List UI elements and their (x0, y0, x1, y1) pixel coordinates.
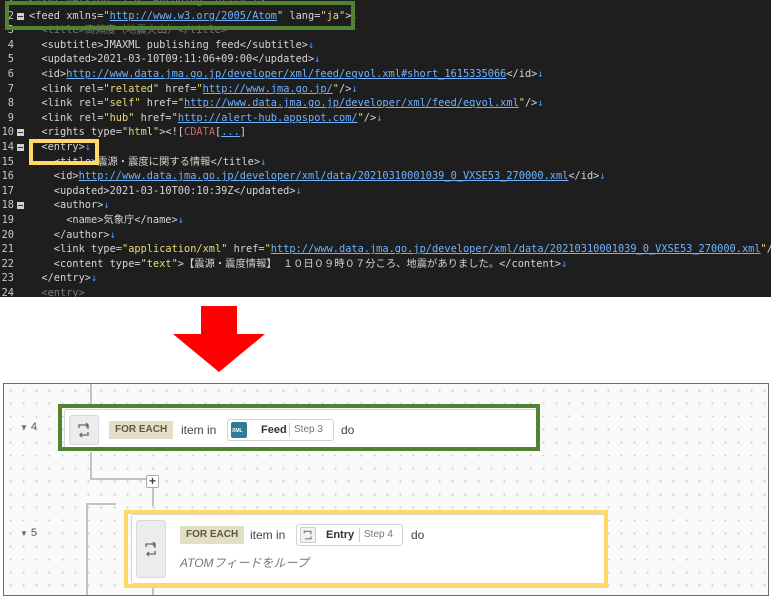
line-number: 23 (1, 272, 14, 285)
connector-top (90, 384, 92, 406)
line-number: 17 (1, 184, 14, 197)
code-text: <id>http://www.data.jma.go.jp/developer/… (29, 68, 544, 80)
step-5-number-text: 5 (30, 527, 38, 539)
code-text: </author>↓ (29, 228, 116, 241)
connector-step4-down (90, 452, 92, 480)
code-line[interactable]: 9 <link rel="hub" href="http://alert-hub… (0, 111, 771, 126)
code-line[interactable]: 22 <content type="text">【震源・震度情報】 １０日０９時… (0, 257, 771, 272)
code-text: <id>http://www.data.jma.go.jp/developer/… (29, 170, 606, 183)
line-number: 10 (1, 126, 14, 139)
line-number: 9 (7, 111, 14, 124)
code-text: <content type="text">【震源・震度情報】 １０日０９時０７分… (29, 257, 568, 270)
step-number-5[interactable]: ▼ 5 (20, 527, 37, 539)
code-line[interactable]: 24 <entry> (0, 286, 771, 297)
add-step-button[interactable]: + (146, 475, 159, 488)
code-line[interactable]: 4 <subtitle>JMAXML publishing feed</subt… (0, 38, 771, 53)
line-number: 14 (1, 141, 14, 153)
code-text: <subtitle>JMAXML publishing feed</subtit… (29, 38, 315, 51)
code-text: <name>気象庁</name>↓ (29, 214, 184, 226)
code-text: </entry>↓ (29, 272, 98, 285)
connector-loop-top (86, 503, 116, 505)
code-line[interactable]: 16 <id>http://www.data.jma.go.jp/develop… (0, 169, 771, 184)
line-number: 20 (1, 228, 14, 241)
code-line[interactable]: 7 <link rel="related" href="http://www.j… (0, 82, 771, 97)
code-line[interactable]: 18 <author>↓ (0, 198, 771, 213)
down-arrow-icon (173, 334, 265, 372)
code-line[interactable]: 10 <rights type="html"><![CDATA[...] (0, 125, 771, 140)
foreach-entry-highlight-box (124, 510, 608, 588)
code-line[interactable]: 19 <name>気象庁</name>↓ (0, 213, 771, 228)
line-number: 18 (1, 199, 14, 212)
line-number: 22 (1, 257, 14, 270)
code-line[interactable]: 8 <link rel="self" href="http://www.data… (0, 96, 771, 111)
line-number: 24 (1, 287, 14, 297)
fold-toggle-icon[interactable] (17, 202, 24, 210)
connector-loop-back (86, 504, 88, 595)
line-number: 5 (7, 53, 14, 66)
code-line[interactable]: 15 <title>震源・震度に関する情報</title>↓ (0, 155, 771, 170)
code-line[interactable]: 14 <entry>↓ (0, 140, 771, 155)
fold-toggle-icon[interactable] (17, 144, 24, 151)
line-number: 7 (7, 82, 14, 95)
code-line[interactable]: 23 </entry>↓ (0, 271, 771, 286)
code-line[interactable]: 6 <id>http://www.data.jma.go.jp/develope… (0, 67, 771, 82)
code-text: <updated>2021-03-10T09:11:06+09:00</upda… (29, 53, 321, 66)
xml-editor[interactable]: 1 <?xml version="1.0" encoding="utf-8"?> 2… (0, 0, 771, 297)
code-text: <link type="application/xml" href="http:… (29, 243, 771, 256)
line-number: 6 (7, 68, 14, 80)
line-number: 21 (1, 243, 14, 256)
code-line[interactable]: 21 <link type="application/xml" href="ht… (0, 242, 771, 257)
code-line[interactable]: 20 </author>↓ (0, 228, 771, 243)
code-text: <entry> (41, 287, 85, 297)
code-text: <link rel="hub" href="http://alert-hub.a… (29, 111, 383, 124)
line-number: 15 (1, 155, 14, 168)
entry-highlight-box (29, 139, 99, 165)
code-line[interactable]: 5 <updated>2021-03-10T09:11:06+09:00</up… (0, 52, 771, 67)
code-text: <updated>2021-03-10T00:10:39Z</updated>↓ (29, 184, 302, 197)
fold-toggle-icon[interactable] (17, 129, 24, 137)
line-number: 8 (7, 97, 14, 110)
step-number-4[interactable]: ▼ 4 (20, 421, 37, 433)
connector-horizontal (90, 478, 154, 480)
feed-highlight-box (5, 1, 355, 30)
code-text: <link rel="self" href="http://www.data.j… (29, 97, 544, 110)
collapse-caret-icon[interactable]: ▼ (20, 529, 28, 538)
collapse-caret-icon[interactable]: ▼ (20, 423, 28, 432)
line-number: 19 (1, 214, 14, 226)
line-number: 16 (1, 170, 14, 183)
code-line[interactable]: 17 <updated>2021-03-10T00:10:39Z</update… (0, 184, 771, 199)
foreach-feed-highlight-box (58, 404, 540, 451)
code-text: <link rel="related" href="http://www.jma… (29, 82, 358, 95)
down-arrow-shaft (201, 306, 237, 334)
code-text: <author>↓ (29, 199, 110, 212)
line-number: 4 (7, 38, 14, 51)
step-4-number-text: 4 (30, 421, 38, 433)
